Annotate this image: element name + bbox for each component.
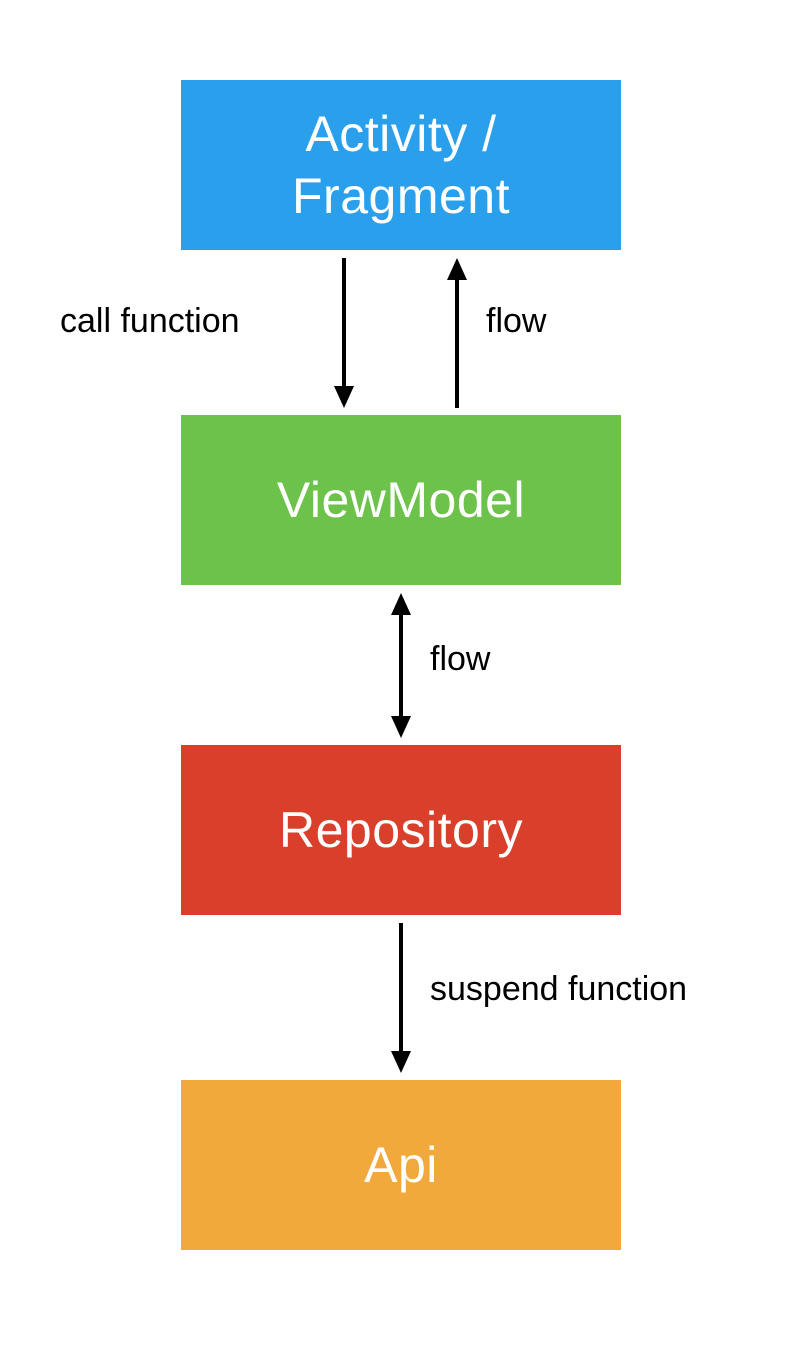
arrow-activity-to-viewmodel [334, 258, 354, 408]
arrow-viewmodel-to-activity [447, 258, 467, 408]
box-repository-label: Repository [279, 801, 523, 859]
arrow-viewmodel-repository [391, 593, 411, 738]
box-api: Api [181, 1080, 621, 1250]
label-suspend-function: suspend function [430, 970, 687, 1009]
box-activity-fragment-label: Activity / Fragment [292, 103, 510, 228]
box-viewmodel: ViewModel [181, 415, 621, 585]
box-activity-fragment: Activity / Fragment [181, 80, 621, 250]
diagram-canvas: Activity / Fragment ViewModel Repository… [0, 0, 802, 1366]
box-api-label: Api [364, 1136, 438, 1194]
label-call-function: call function [60, 302, 240, 341]
label-flow-2: flow [430, 640, 490, 679]
arrow-repository-to-api [391, 923, 411, 1073]
box-repository: Repository [181, 745, 621, 915]
label-flow-1: flow [486, 302, 546, 341]
box-viewmodel-label: ViewModel [277, 471, 525, 529]
